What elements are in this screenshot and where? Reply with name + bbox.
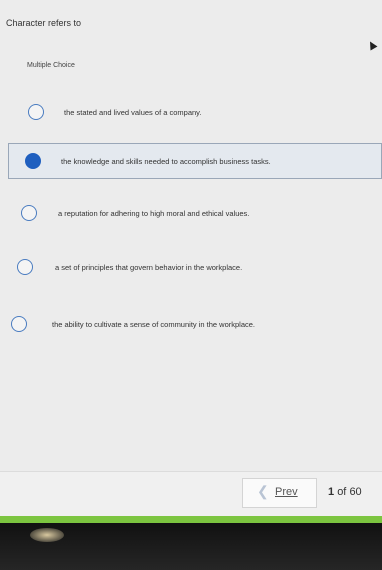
choice-option-3[interactable]: a reputation for adhering to high moral … <box>0 195 382 231</box>
page-of-label: of <box>337 486 347 498</box>
question-text: Character refers to <box>6 18 82 28</box>
radio-button[interactable] <box>28 104 44 120</box>
choice-option-4[interactable]: a set of principles that govern behavior… <box>0 249 382 285</box>
light-glare <box>30 528 64 542</box>
radio-button-selected[interactable] <box>25 153 41 169</box>
radio-button[interactable] <box>11 316 27 332</box>
choice-text: the knowledge and skills needed to accom… <box>61 157 271 166</box>
progress-bar <box>0 516 382 523</box>
choice-text: a set of principles that govern behavior… <box>55 263 243 272</box>
choice-text: the ability to cultivate a sense of comm… <box>52 320 256 329</box>
total-pages: 60 <box>349 486 362 498</box>
quiz-screen: Character refers to Multiple Choice the … <box>0 0 382 516</box>
mouse-cursor-icon <box>366 39 378 51</box>
choice-option-1[interactable]: the stated and lived values of a company… <box>0 94 382 130</box>
prev-button-label[interactable]: Prev <box>275 486 298 498</box>
question-type-label: Multiple Choice <box>27 62 75 69</box>
radio-button[interactable] <box>21 205 37 221</box>
chevron-left-icon[interactable]: ❮ <box>257 483 269 500</box>
choice-option-2[interactable]: the knowledge and skills needed to accom… <box>8 143 382 179</box>
navigation-bar <box>0 471 382 517</box>
page-indicator: 1 of 60 <box>328 486 362 498</box>
current-page: 1 <box>328 486 335 498</box>
choice-option-5[interactable]: the ability to cultivate a sense of comm… <box>0 306 382 342</box>
choice-text: the stated and lived values of a company… <box>64 108 202 117</box>
radio-button[interactable] <box>17 259 33 275</box>
choice-text: a reputation for adhering to high moral … <box>58 209 250 218</box>
